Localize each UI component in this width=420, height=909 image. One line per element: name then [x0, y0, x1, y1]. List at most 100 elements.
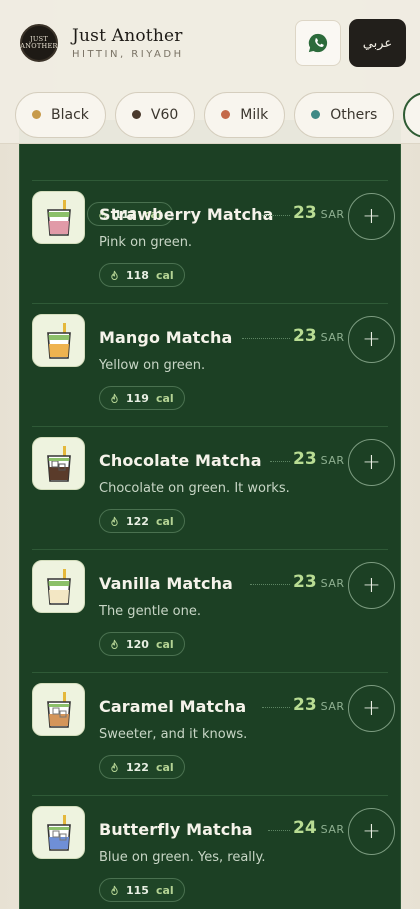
category-dot	[32, 110, 41, 119]
plus-icon: +	[362, 204, 381, 229]
drink-cup-icon	[46, 568, 71, 605]
item-price: 23 SAR	[293, 695, 345, 715]
calorie-value: 120	[126, 637, 149, 651]
drink-cup-icon	[46, 445, 71, 482]
category-pill-milk[interactable]: Milk	[204, 91, 286, 138]
drink-thumbnail	[32, 806, 85, 859]
price-currency: SAR	[320, 208, 345, 221]
drink-cup-icon	[46, 322, 71, 359]
item-description: Sweeter, and it knows.	[99, 727, 248, 742]
price-leader	[262, 215, 290, 216]
item-description: The gentle one.	[99, 604, 201, 619]
item-name: Vanilla Matcha	[99, 574, 233, 593]
flame-icon	[111, 393, 118, 403]
price-value: 24	[293, 818, 317, 838]
plus-icon: +	[362, 573, 381, 598]
category-pill-matcha[interactable]: Ma	[403, 91, 420, 138]
menu-item-vanilla-matcha[interactable]: Vanilla Matcha 23 SAR + The gentle one. …	[32, 549, 395, 672]
category-bar: Black V60 Milk Others Ma	[0, 86, 420, 144]
price-value: 23	[293, 326, 317, 346]
plus-icon: +	[362, 819, 381, 844]
calorie-badge: 122 cal	[99, 509, 185, 533]
category-label: V60	[150, 106, 179, 123]
price-value: 23	[293, 449, 317, 469]
item-description: Pink on green.	[99, 235, 193, 250]
calorie-badge: 118 cal	[99, 263, 185, 287]
category-dot	[311, 110, 321, 119]
price-value: 23	[293, 695, 317, 715]
item-name: Strawberry Matcha	[99, 205, 274, 224]
add-to-cart-button[interactable]: +	[348, 562, 395, 609]
menu-item-caramel-matcha[interactable]: Caramel Matcha 23 SAR + Sweeter, and it …	[32, 672, 395, 795]
menu-item-chocolate-matcha[interactable]: Chocolate Matcha 23 SAR + Chocolate on g…	[32, 426, 395, 549]
calorie-unit: cal	[155, 514, 174, 528]
category-label: Milk	[240, 106, 269, 123]
plus-icon: +	[362, 450, 381, 475]
drink-cup-icon	[46, 199, 71, 236]
language-toggle-button[interactable]: عربي	[349, 19, 406, 67]
drink-thumbnail	[32, 437, 85, 490]
price-currency: SAR	[320, 823, 345, 836]
calorie-value: 118	[126, 268, 149, 282]
category-dot	[131, 110, 141, 119]
menu-item-mango-matcha[interactable]: Mango Matcha 23 SAR + Yellow on green. 1…	[32, 303, 395, 426]
item-description: Blue on green. Yes, really.	[99, 850, 266, 865]
item-price: 23 SAR	[293, 203, 345, 223]
brand-logo[interactable]: JUST ANOTHER	[20, 24, 58, 62]
price-currency: SAR	[320, 700, 345, 713]
price-leader	[262, 707, 290, 708]
calorie-unit: cal	[155, 760, 174, 774]
flame-icon	[111, 516, 118, 526]
add-to-cart-button[interactable]: +	[348, 439, 395, 486]
price-currency: SAR	[320, 577, 345, 590]
price-currency: SAR	[320, 331, 345, 344]
category-pill-v60[interactable]: V60	[114, 91, 196, 138]
drink-thumbnail	[32, 560, 85, 613]
price-value: 23	[293, 203, 317, 223]
price-currency: SAR	[320, 454, 345, 467]
flame-icon	[111, 639, 118, 649]
item-description: Chocolate on green. It works.	[99, 481, 290, 496]
drink-cup-icon	[46, 691, 71, 728]
item-name: Mango Matcha	[99, 328, 233, 347]
calorie-badge: 115 cal	[99, 878, 185, 902]
flame-icon	[111, 885, 118, 895]
item-price: 23 SAR	[293, 326, 345, 346]
plus-icon: +	[362, 696, 381, 721]
plus-icon: +	[362, 327, 381, 352]
drink-thumbnail	[32, 314, 85, 367]
whatsapp-icon	[308, 33, 328, 53]
drink-thumbnail	[32, 191, 85, 244]
item-name: Chocolate Matcha	[99, 451, 262, 470]
add-to-cart-button[interactable]: +	[348, 316, 395, 363]
brand-name: Just Another	[72, 26, 183, 46]
whatsapp-button[interactable]	[295, 20, 341, 66]
flame-icon	[111, 270, 118, 280]
category-pill-black[interactable]: Black	[15, 91, 106, 138]
header: JUST ANOTHER Just Another HITTIN, RIYADH…	[0, 0, 420, 86]
drink-cup-icon	[46, 814, 71, 851]
item-name: Butterfly Matcha	[99, 820, 253, 839]
calorie-unit: cal	[155, 268, 174, 282]
category-label: Black	[51, 106, 89, 123]
calorie-value: 115	[126, 883, 149, 897]
brand-location: HITTIN, RIYADH	[72, 49, 184, 60]
calorie-value: 122	[126, 760, 149, 774]
add-to-cart-button[interactable]: +	[348, 193, 395, 240]
drink-thumbnail	[32, 683, 85, 736]
category-pill-others[interactable]: Others	[294, 91, 395, 138]
add-to-cart-button[interactable]: +	[348, 808, 395, 855]
price-leader	[270, 461, 290, 462]
add-to-cart-button[interactable]: +	[348, 685, 395, 732]
brand-block: Just Another HITTIN, RIYADH	[72, 26, 295, 60]
flame-icon	[111, 762, 118, 772]
calorie-unit: cal	[155, 391, 174, 405]
menu-item-butterfly-matcha[interactable]: Butterfly Matcha 24 SAR + Blue on green.…	[32, 795, 395, 909]
calorie-badge: 120 cal	[99, 632, 185, 656]
menu-item-strawberry-matcha[interactable]: Strawberry Matcha 23 SAR + Pink on green…	[32, 180, 395, 303]
item-price: 23 SAR	[293, 449, 345, 469]
calorie-unit: cal	[155, 883, 174, 897]
price-leader	[268, 830, 290, 831]
calorie-badge: 119 cal	[99, 386, 185, 410]
price-value: 23	[293, 572, 317, 592]
